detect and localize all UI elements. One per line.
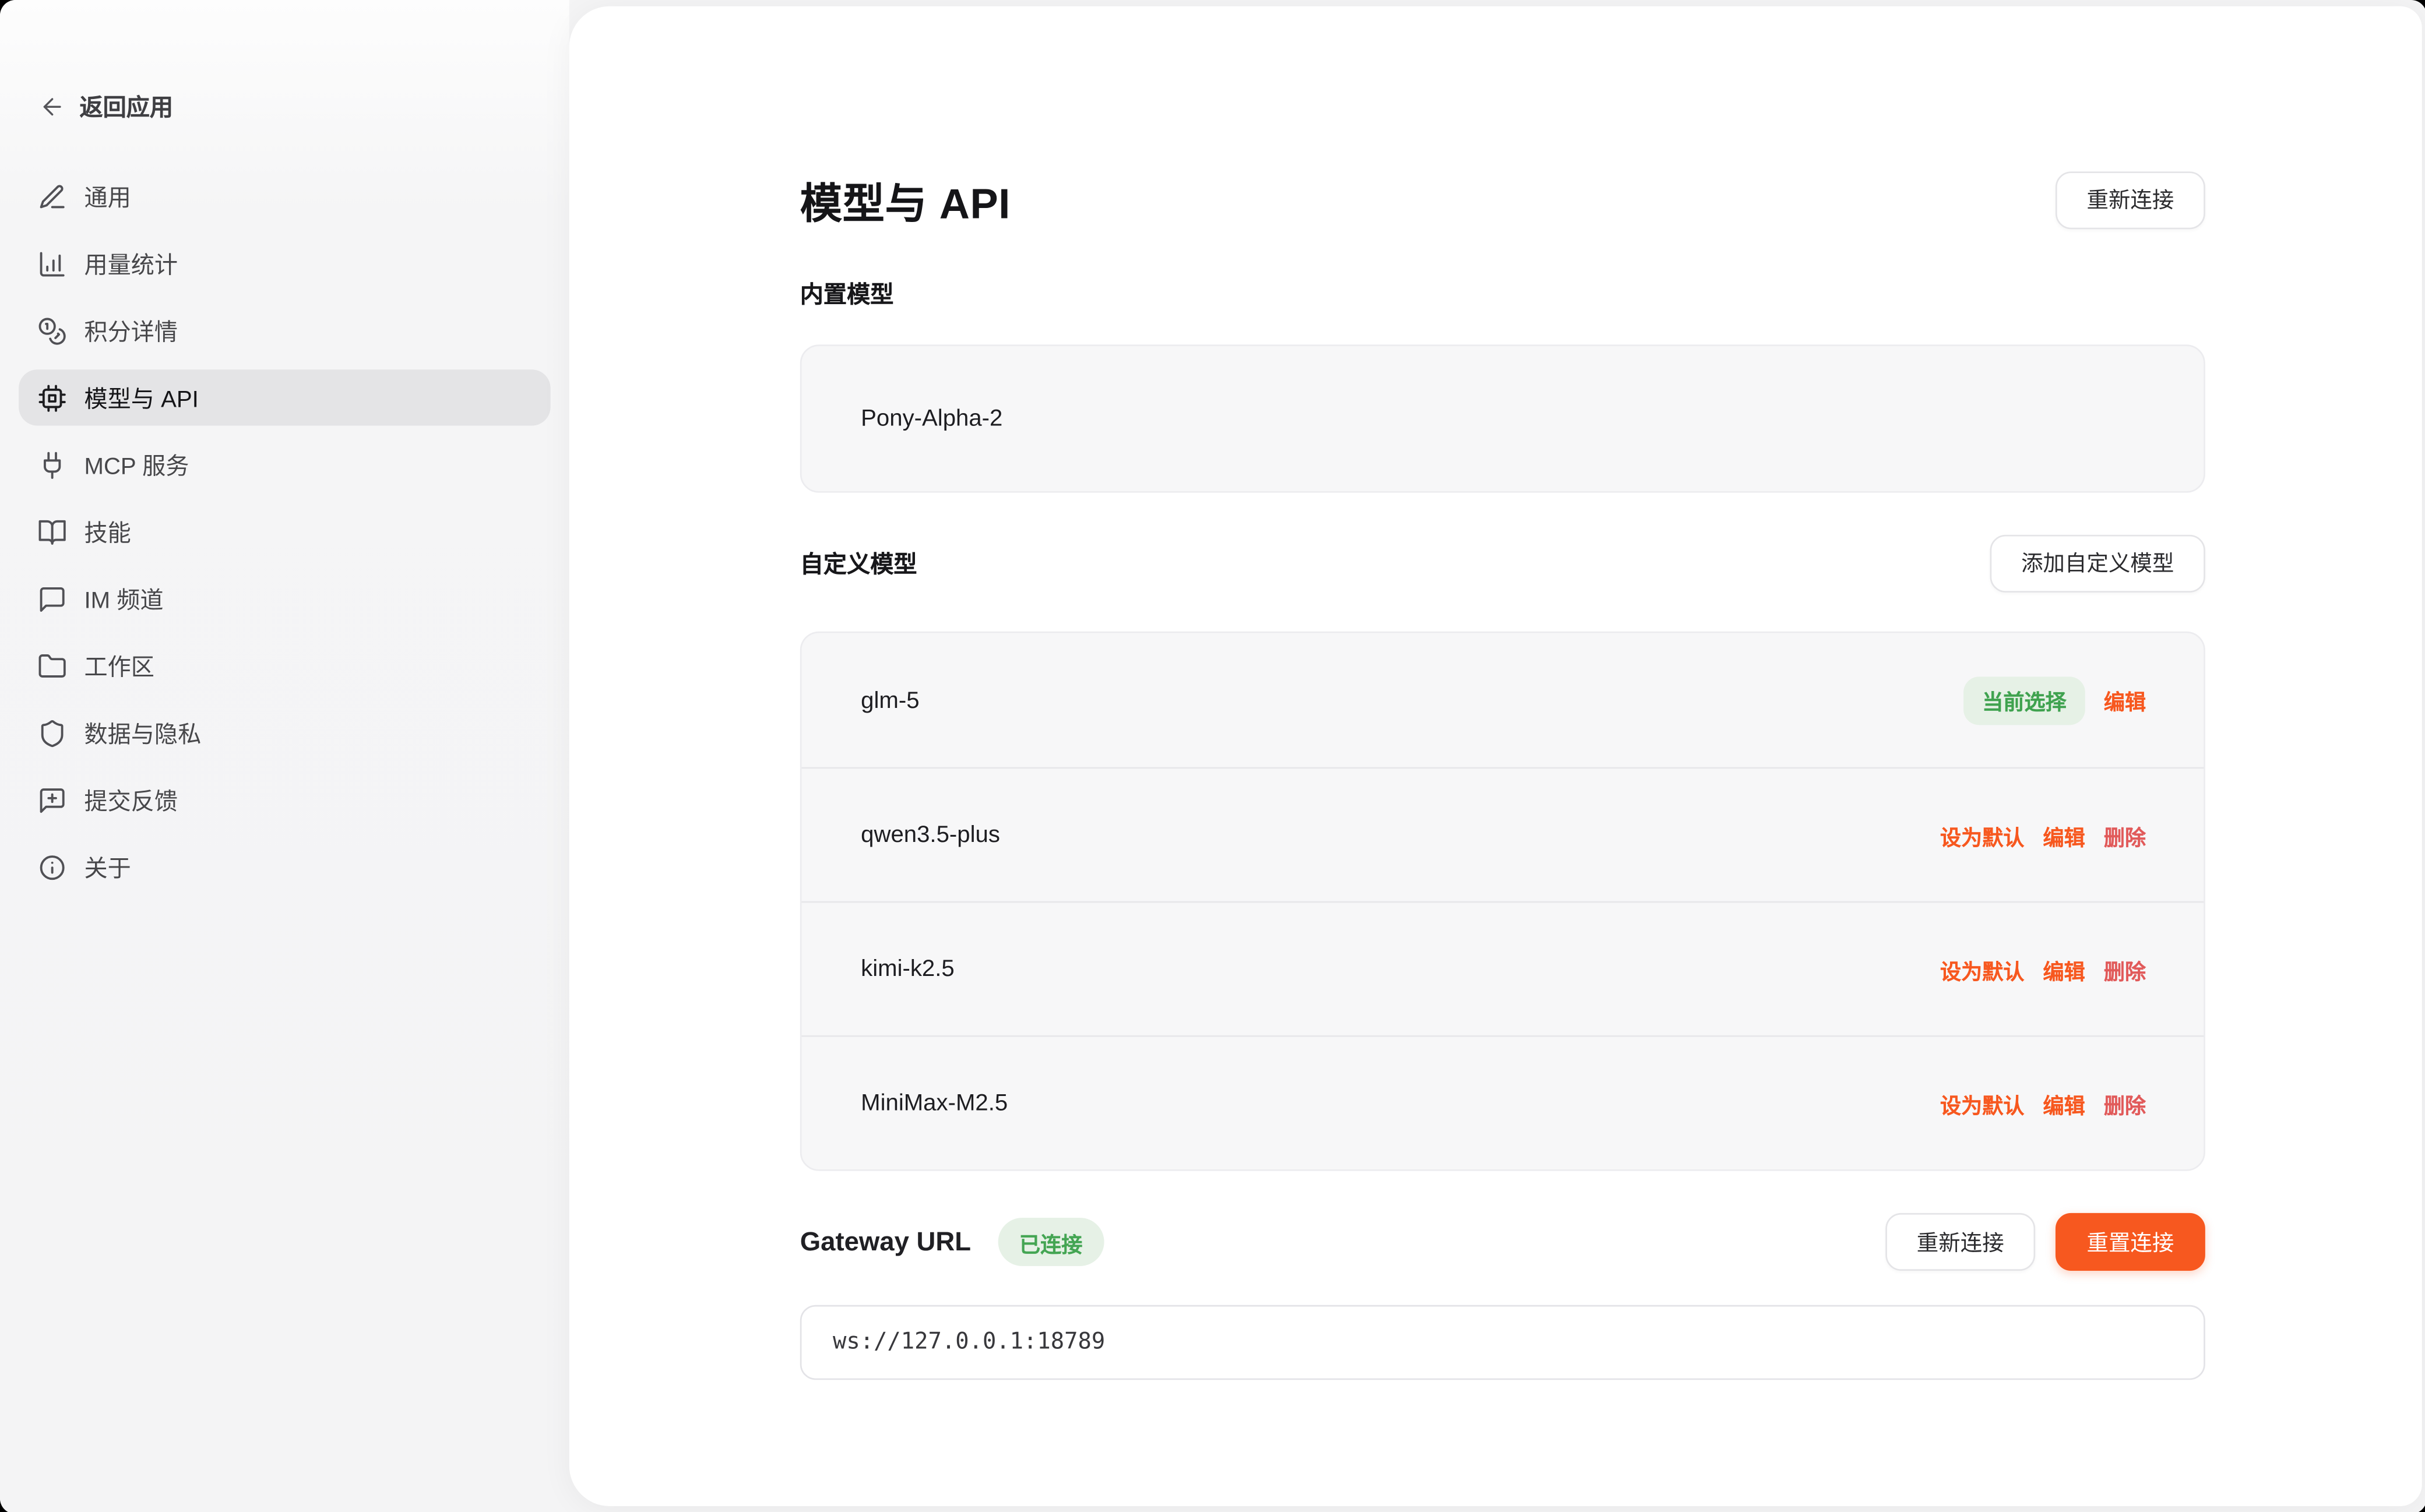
custom-models-card: glm-5当前选择编辑qwen3.5-plus设为默认编辑删除kimi-k2.5… [800, 632, 2205, 1171]
custom-models-header: 自定义模型 添加自定义模型 [800, 535, 2205, 591]
back-to-app-button[interactable]: 返回应用 [39, 90, 569, 123]
cpu-icon [37, 383, 67, 413]
delete-link[interactable]: 删除 [2104, 1088, 2146, 1119]
settings-window: 返回应用 通用用量统计积分详情模型与 APIMCP 服务技能IM 频道工作区数据… [0, 0, 2425, 1512]
sidebar-item-mcp-services[interactable]: MCP 服务 [19, 436, 551, 492]
gateway-url-label: Gateway URL [800, 1226, 971, 1258]
custom-model-name: glm-5 [861, 687, 919, 713]
model-row-actions: 设为默认编辑删除 [1940, 819, 2146, 851]
coins-icon [37, 316, 67, 346]
sidebar-item-skills[interactable]: 技能 [19, 503, 551, 559]
sidebar: 返回应用 通用用量统计积分详情模型与 API MCP 服务技能 IM 频道工作区数据… [0, 0, 569, 1512]
edit-link[interactable]: 编辑 [2043, 953, 2085, 985]
shield-icon [37, 718, 67, 748]
set-default-link[interactable]: 设为默认 [1940, 953, 2025, 985]
connected-status-badge: 已连接 [998, 1218, 1104, 1266]
model-row: qwen3.5-plus 设为默认编辑删除 [801, 767, 2204, 901]
sidebar-item-workspace[interactable]: 工作区 [19, 637, 551, 693]
sidebar-item-label: 提交反馈 [85, 784, 178, 816]
model-row-actions: 设为默认编辑删除 [1940, 953, 2146, 985]
gateway-row: Gateway URL 已连接 重新连接 重置连接 [800, 1213, 2205, 1271]
sidebar-item-models-api[interactable]: 模型与 API [19, 369, 551, 425]
gateway-reset-button[interactable]: 重置连接 [2056, 1213, 2205, 1271]
current-selection-badge: 当前选择 [1963, 676, 2085, 724]
sidebar-item-label: IM 频道 [85, 582, 164, 615]
info-icon [37, 852, 67, 882]
sidebar-item-label: 积分详情 [85, 314, 178, 347]
main-panel: 模型与 API 重新连接 内置模型 Pony-Alpha-2 自定义模型 添加自… [569, 6, 2422, 1506]
gateway-reconnect-button[interactable]: 重新连接 [1885, 1213, 2035, 1271]
app-window: 返回应用 通用用量统计积分详情模型与 APIMCP 服务技能IM 频道工作区数据… [0, 0, 2425, 1512]
page-title: 模型与 API [800, 169, 1011, 230]
model-row: MiniMax-M2.5 设为默认编辑删除 [801, 1035, 2204, 1169]
message-square-plus-icon [37, 785, 67, 815]
arrow-left-icon [39, 94, 65, 120]
add-custom-model-button[interactable]: 添加自定义模型 [1990, 534, 2205, 592]
sidebar-item-data-privacy[interactable]: 数据与隐私 [19, 705, 551, 761]
builtin-model-card: Pony-Alpha-2 [800, 344, 2205, 492]
message-square-icon [37, 584, 67, 614]
sidebar-item-credits[interactable]: 积分详情 [19, 302, 551, 358]
edit-link[interactable]: 编辑 [2104, 685, 2146, 716]
title-row: 模型与 API 重新连接 [800, 171, 2205, 227]
custom-model-name: qwen3.5-plus [861, 822, 1000, 848]
model-row-actions: 设为默认编辑删除 [1940, 1088, 2146, 1119]
custom-model-name: kimi-k2.5 [861, 956, 955, 982]
delete-link[interactable]: 删除 [2104, 819, 2146, 851]
gateway-left: Gateway URL 已连接 [800, 1218, 1104, 1266]
gateway-actions: 重新连接 重置连接 [1885, 1213, 2205, 1271]
sidebar-item-about[interactable]: 关于 [19, 839, 551, 895]
builtin-model-name: Pony-Alpha-2 [861, 406, 1002, 432]
sidebar-item-label: 工作区 [85, 650, 154, 682]
book-open-icon [37, 517, 67, 547]
model-row-actions: 当前选择编辑 [1963, 676, 2146, 724]
back-to-app-label: 返回应用 [79, 90, 173, 123]
pen-icon [37, 182, 67, 212]
sidebar-item-label: 数据与隐私 [85, 717, 202, 749]
model-row: glm-5 当前选择编辑 [801, 633, 2204, 767]
reconnect-button-top[interactable]: 重新连接 [2056, 171, 2205, 228]
sidebar-nav: 通用用量统计积分详情模型与 API MCP 服务技能 IM 频道工作区数据与隐私提交… [0, 168, 569, 895]
sidebar-item-label: 通用 [85, 180, 131, 213]
edit-link[interactable]: 编辑 [2043, 1088, 2085, 1119]
sidebar-item-general[interactable]: 通用 [19, 168, 551, 224]
sidebar-item-label: 模型与 API [85, 381, 199, 414]
custom-model-name: MiniMax-M2.5 [861, 1090, 1008, 1116]
edit-link[interactable]: 编辑 [2043, 819, 2085, 851]
plug-icon [37, 450, 67, 480]
bar-chart-icon [37, 249, 67, 279]
model-row: kimi-k2.5 设为默认编辑删除 [801, 901, 2204, 1035]
sidebar-item-im-channels[interactable]: IM 频道 [19, 570, 551, 626]
set-default-link[interactable]: 设为默认 [1940, 1088, 2025, 1119]
sidebar-item-usage-stats[interactable]: 用量统计 [19, 235, 551, 291]
builtin-models-label: 内置模型 [800, 277, 2205, 310]
delete-link[interactable]: 删除 [2104, 953, 2146, 985]
sidebar-item-label: 用量统计 [85, 247, 178, 280]
main-content: 模型与 API 重新连接 内置模型 Pony-Alpha-2 自定义模型 添加自… [800, 6, 2205, 1380]
sidebar-item-feedback[interactable]: 提交反馈 [19, 772, 551, 828]
sidebar-item-label: 关于 [85, 851, 131, 883]
set-default-link[interactable]: 设为默认 [1940, 819, 2025, 851]
sidebar-item-label: 技能 [85, 515, 131, 548]
sidebar-item-label: MCP 服务 [85, 448, 189, 481]
folder-icon [37, 651, 67, 681]
gateway-url-input[interactable] [800, 1305, 2205, 1380]
custom-models-label: 自定义模型 [800, 547, 917, 579]
